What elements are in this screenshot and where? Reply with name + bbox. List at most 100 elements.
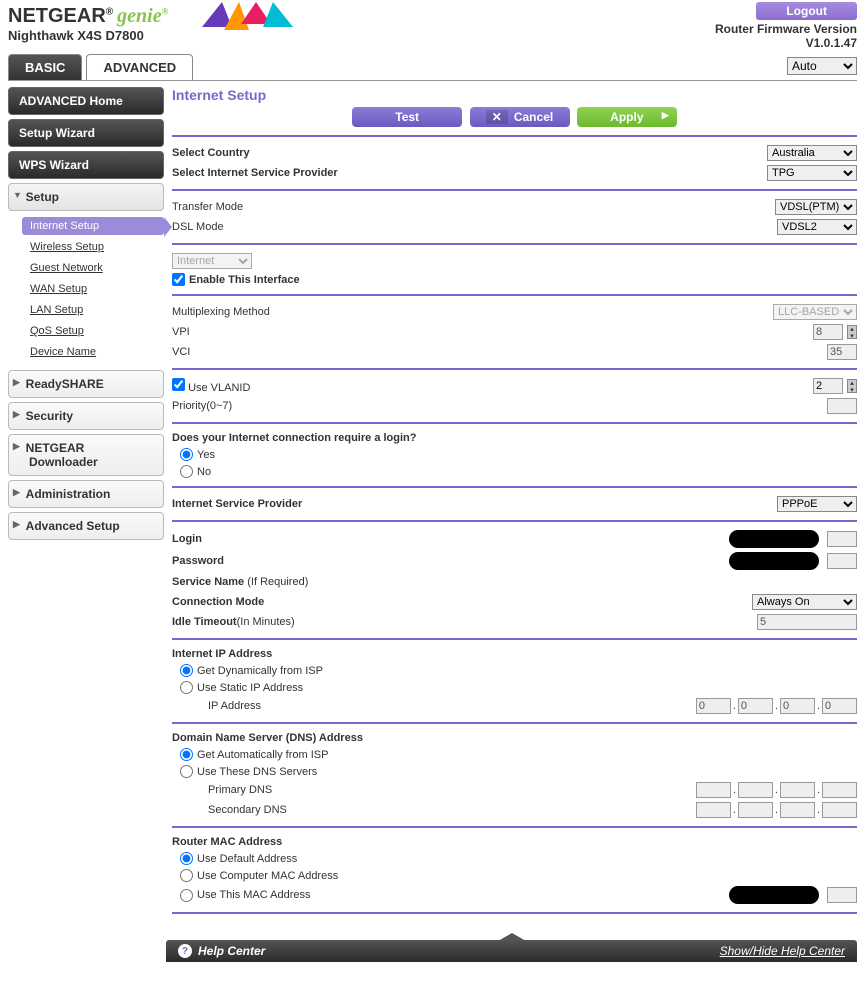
login-yes-radio[interactable] <box>180 448 193 461</box>
sidebar-group-advanced-setup[interactable]: ▶ Advanced Setup <box>8 512 164 540</box>
sidebar-item-guest-network[interactable]: Guest Network <box>22 259 164 277</box>
tab-advanced[interactable]: ADVANCED <box>86 54 193 80</box>
dnsp-1[interactable] <box>696 782 731 798</box>
enable-interface-checkbox[interactable] <box>172 273 185 286</box>
sidebar-item-qos-setup[interactable]: QoS Setup <box>22 322 164 340</box>
page-title: Internet Setup <box>172 87 857 103</box>
sidebar-group-security[interactable]: ▶ Security <box>8 402 164 430</box>
mac-heading: Router MAC Address <box>172 834 857 850</box>
dns-heading: Domain Name Server (DNS) Address <box>172 730 857 746</box>
dsl-mode-label: DSL Mode <box>172 221 777 233</box>
transfer-mode-label: Transfer Mode <box>172 201 775 213</box>
password-label: Password <box>172 555 729 567</box>
login-no-radio[interactable] <box>180 465 193 478</box>
interface-select[interactable]: Internet <box>172 253 252 269</box>
redacted <box>729 886 819 904</box>
dns-secondary-label: Secondary DNS <box>208 804 696 816</box>
isp-select[interactable]: TPG <box>767 165 857 181</box>
ip-static-radio[interactable] <box>180 681 193 694</box>
chevron-down-icon: ▼ <box>13 190 22 200</box>
transfer-mode-select[interactable]: VDSL(PTM) <box>775 199 857 215</box>
chevron-right-icon: ▶ <box>13 519 20 530</box>
logout-button[interactable]: Logout <box>756 2 857 20</box>
mac-default-radio[interactable] <box>180 852 193 865</box>
dnss-4[interactable] <box>822 802 857 818</box>
sidebar-group-administration[interactable]: ▶ Administration <box>8 480 164 508</box>
chevron-right-icon: ▶ <box>662 110 669 121</box>
vlan-label: Use VLANID <box>188 382 250 394</box>
sidebar-wps-wizard[interactable]: WPS Wizard <box>8 151 164 179</box>
vlan-checkbox[interactable] <box>172 378 185 391</box>
cancel-button[interactable]: ✕Cancel <box>470 107 570 127</box>
dns-use-radio[interactable] <box>180 765 193 778</box>
ip-address-label: IP Address <box>208 700 696 712</box>
mac-computer-label: Use Computer MAC Address <box>197 870 338 882</box>
ip-dynamic-radio[interactable] <box>180 664 193 677</box>
vlan-input[interactable] <box>813 378 843 394</box>
firmware-label: Router Firmware Version <box>715 22 857 36</box>
mac-input[interactable] <box>827 887 857 903</box>
sidebar-item-lan-setup[interactable]: LAN Setup <box>22 301 164 319</box>
genie-logo: genie® <box>117 5 168 28</box>
dnss-2[interactable] <box>738 802 773 818</box>
dnss-1[interactable] <box>696 802 731 818</box>
brand-shapes <box>202 2 293 30</box>
ip-static-label: Use Static IP Address <box>197 682 303 694</box>
dnsp-2[interactable] <box>738 782 773 798</box>
dsl-mode-select[interactable]: VDSL2 <box>777 219 857 235</box>
ip-oct3[interactable] <box>780 698 815 714</box>
dnss-3[interactable] <box>780 802 815 818</box>
chevron-right-icon: ▶ <box>13 409 20 420</box>
sidebar-item-internet-setup[interactable]: Internet Setup <box>22 217 164 235</box>
stepper-icon[interactable]: ▴▾ <box>847 379 857 393</box>
sidebar-group-setup[interactable]: ▼ Setup <box>8 183 164 211</box>
mac-this-radio[interactable] <box>180 889 193 902</box>
conn-mode-label: Connection Mode <box>172 596 752 608</box>
ip-oct2[interactable] <box>738 698 773 714</box>
sidebar-advanced-home[interactable]: ADVANCED Home <box>8 87 164 115</box>
firmware-version: V1.0.1.47 <box>715 36 857 50</box>
tab-basic[interactable]: BASIC <box>8 54 82 80</box>
isp2-select[interactable]: PPPoE <box>777 496 857 512</box>
apply-button[interactable]: Apply▶ <box>577 107 677 127</box>
chevron-right-icon: ▶ <box>13 377 20 388</box>
login-input[interactable] <box>827 531 857 547</box>
sidebar-group-readyshare[interactable]: ▶ ReadySHARE <box>8 370 164 398</box>
conn-mode-select[interactable]: Always On <box>752 594 857 610</box>
refresh-select[interactable]: Auto <box>787 57 857 75</box>
footer: ? Help Center Show/Hide Help Center <box>166 940 857 962</box>
chevron-up-icon[interactable] <box>498 933 526 941</box>
priority-input[interactable] <box>827 398 857 414</box>
enable-interface-label: Enable This Interface <box>189 274 300 286</box>
dns-auto-label: Get Automatically from ISP <box>197 749 328 761</box>
dns-primary-label: Primary DNS <box>208 784 696 796</box>
help-icon: ? <box>178 944 192 958</box>
sidebar-group-downloader[interactable]: ▶ NETGEAR Downloader <box>8 434 164 476</box>
mac-computer-radio[interactable] <box>180 869 193 882</box>
vci-input[interactable] <box>827 344 857 360</box>
mux-select[interactable]: LLC-BASED <box>773 304 857 320</box>
login-no-label: No <box>197 466 211 478</box>
stepper-icon[interactable]: ▴▾ <box>847 325 857 339</box>
test-button[interactable]: Test <box>352 107 462 127</box>
sidebar-item-device-name[interactable]: Device Name <box>22 343 164 361</box>
mux-label: Multiplexing Method <box>172 306 773 318</box>
dnsp-4[interactable] <box>822 782 857 798</box>
password-input[interactable] <box>827 553 857 569</box>
netgear-logo: NETGEAR® <box>8 5 113 28</box>
sidebar-setup-wizard[interactable]: Setup Wizard <box>8 119 164 147</box>
ip-oct1[interactable] <box>696 698 731 714</box>
ip-oct4[interactable] <box>822 698 857 714</box>
sidebar-item-wan-setup[interactable]: WAN Setup <box>22 280 164 298</box>
vpi-input[interactable] <box>813 324 843 340</box>
isp-label: Select Internet Service Provider <box>172 167 767 179</box>
dns-auto-radio[interactable] <box>180 748 193 761</box>
isp2-label: Internet Service Provider <box>172 498 777 510</box>
sidebar-item-wireless-setup[interactable]: Wireless Setup <box>22 238 164 256</box>
ip-heading: Internet IP Address <box>172 646 857 662</box>
dnsp-3[interactable] <box>780 782 815 798</box>
dns-use-label: Use These DNS Servers <box>197 766 317 778</box>
country-select[interactable]: Australia <box>767 145 857 161</box>
show-hide-help-link[interactable]: Show/Hide Help Center <box>720 944 845 958</box>
idle-input[interactable] <box>757 614 857 630</box>
